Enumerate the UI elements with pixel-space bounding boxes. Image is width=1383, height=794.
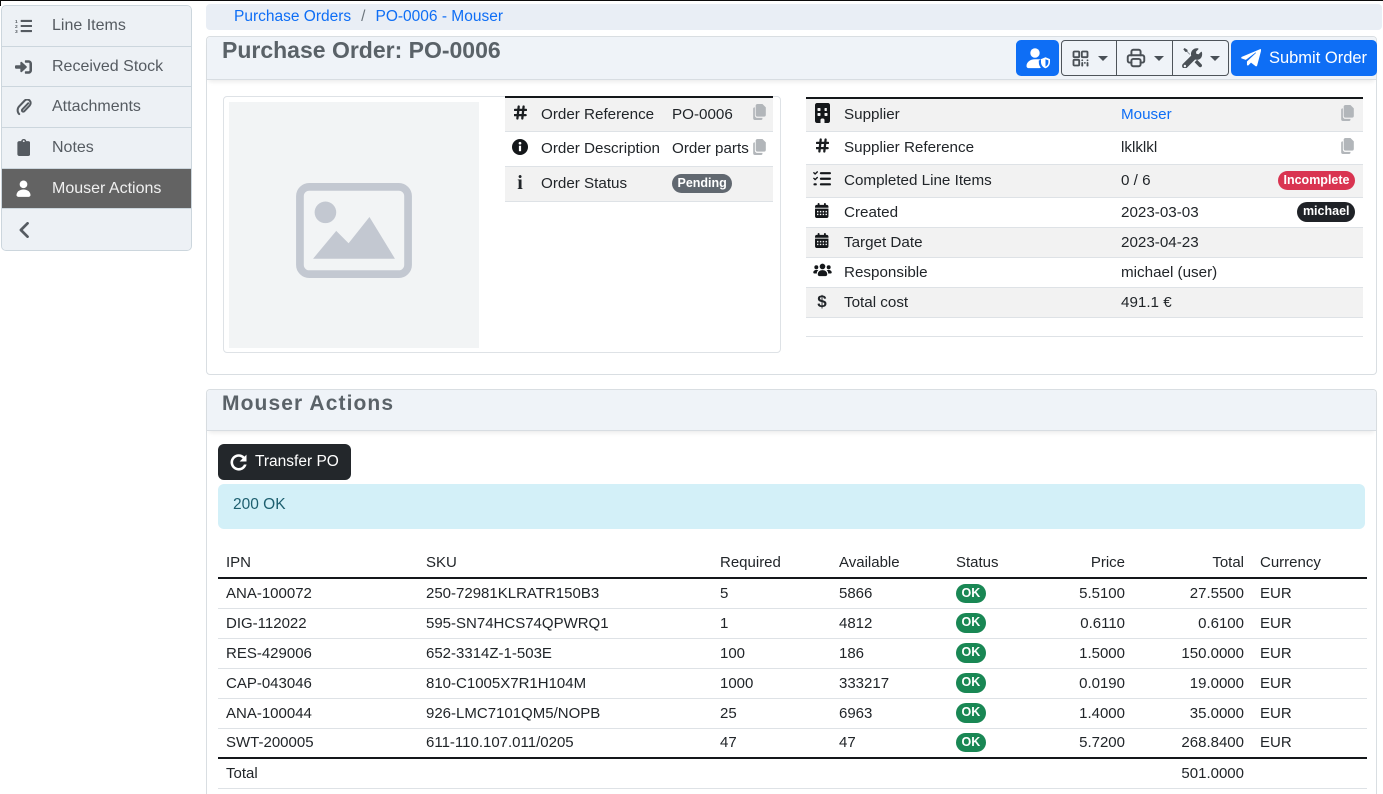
svg-text:2: 2 <box>15 24 18 30</box>
svg-text:3: 3 <box>15 29 18 34</box>
svg-text:1: 1 <box>15 19 18 25</box>
